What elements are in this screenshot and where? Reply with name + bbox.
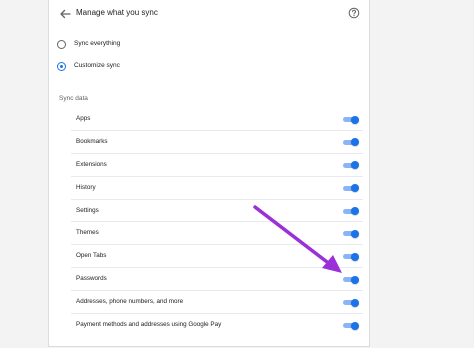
customize-sync-label: Customize sync	[74, 62, 120, 69]
customize-sync-radio[interactable]	[57, 62, 66, 71]
sync-item-label: Passwords	[76, 275, 107, 283]
sync-item-label: Addresses, phone numbers, and more	[76, 298, 184, 306]
toggle-knob	[351, 115, 359, 124]
sync-everything-option[interactable]: Sync everything	[57, 38, 337, 52]
help-button[interactable]	[348, 6, 360, 19]
sync-item-label: Open Tabs	[76, 252, 107, 260]
sync-item-label: Apps	[76, 115, 91, 122]
sync-item-settings: Settings	[71, 200, 363, 223]
sync-settings-panel: Manage what you sync Sync everything Cus…	[48, 0, 370, 347]
toggle-knob	[351, 252, 359, 261]
passwords-toggle[interactable]	[343, 275, 359, 284]
sync-item-bookmarks: Bookmarks	[71, 131, 363, 154]
sync-everything-label: Sync everything	[74, 40, 121, 47]
sync-item-label: Themes	[76, 229, 99, 237]
sync-item-themes: Themes	[71, 222, 363, 246]
history-toggle[interactable]	[343, 184, 359, 193]
sync-item-label: Settings	[76, 206, 99, 214]
page-title: Manage what you sync	[76, 8, 158, 17]
back-button[interactable]	[57, 6, 73, 22]
sync-data-list: Apps Bookmarks Extensions History Settin…	[71, 108, 363, 337]
bookmarks-toggle[interactable]	[343, 138, 359, 147]
sync-item-label: Extensions	[76, 160, 107, 168]
payment-methods-toggle[interactable]	[343, 321, 359, 330]
sync-item-addresses: Addresses, phone numbers, and more	[71, 291, 363, 315]
sync-everything-radio[interactable]	[57, 40, 66, 49]
extensions-toggle[interactable]	[343, 161, 359, 170]
toggle-knob	[351, 229, 359, 238]
toggle-knob	[351, 184, 359, 193]
sync-data-heading: Sync data	[59, 95, 88, 102]
sync-item-apps: Apps	[71, 108, 363, 131]
themes-toggle[interactable]	[343, 229, 359, 238]
toggle-knob	[351, 161, 359, 170]
open-tabs-toggle[interactable]	[343, 252, 359, 261]
customize-sync-option[interactable]: Customize sync	[57, 60, 337, 74]
sync-item-label: Payment methods and addresses using Goog…	[76, 321, 222, 329]
sync-item-label: History	[76, 183, 96, 191]
page-header: Manage what you sync	[49, 0, 369, 28]
toggle-knob	[351, 275, 359, 284]
toggle-knob	[351, 321, 359, 330]
toggle-knob	[351, 207, 359, 216]
sync-item-history: History	[71, 177, 363, 200]
help-circle-icon	[348, 7, 360, 19]
toggle-knob	[351, 298, 359, 307]
arrow-back-icon	[60, 9, 71, 19]
addresses-toggle[interactable]	[343, 298, 359, 307]
settings-toggle[interactable]	[343, 207, 359, 216]
sync-item-passwords: Passwords	[71, 268, 363, 292]
sync-item-open-tabs: Open Tabs	[71, 245, 363, 269]
toggle-knob	[351, 138, 359, 147]
sync-item-label: Bookmarks	[76, 137, 108, 145]
apps-toggle[interactable]	[343, 115, 359, 124]
sync-item-extensions: Extensions	[71, 154, 363, 177]
sync-item-payment-methods: Payment methods and addresses using Goog…	[71, 314, 363, 337]
